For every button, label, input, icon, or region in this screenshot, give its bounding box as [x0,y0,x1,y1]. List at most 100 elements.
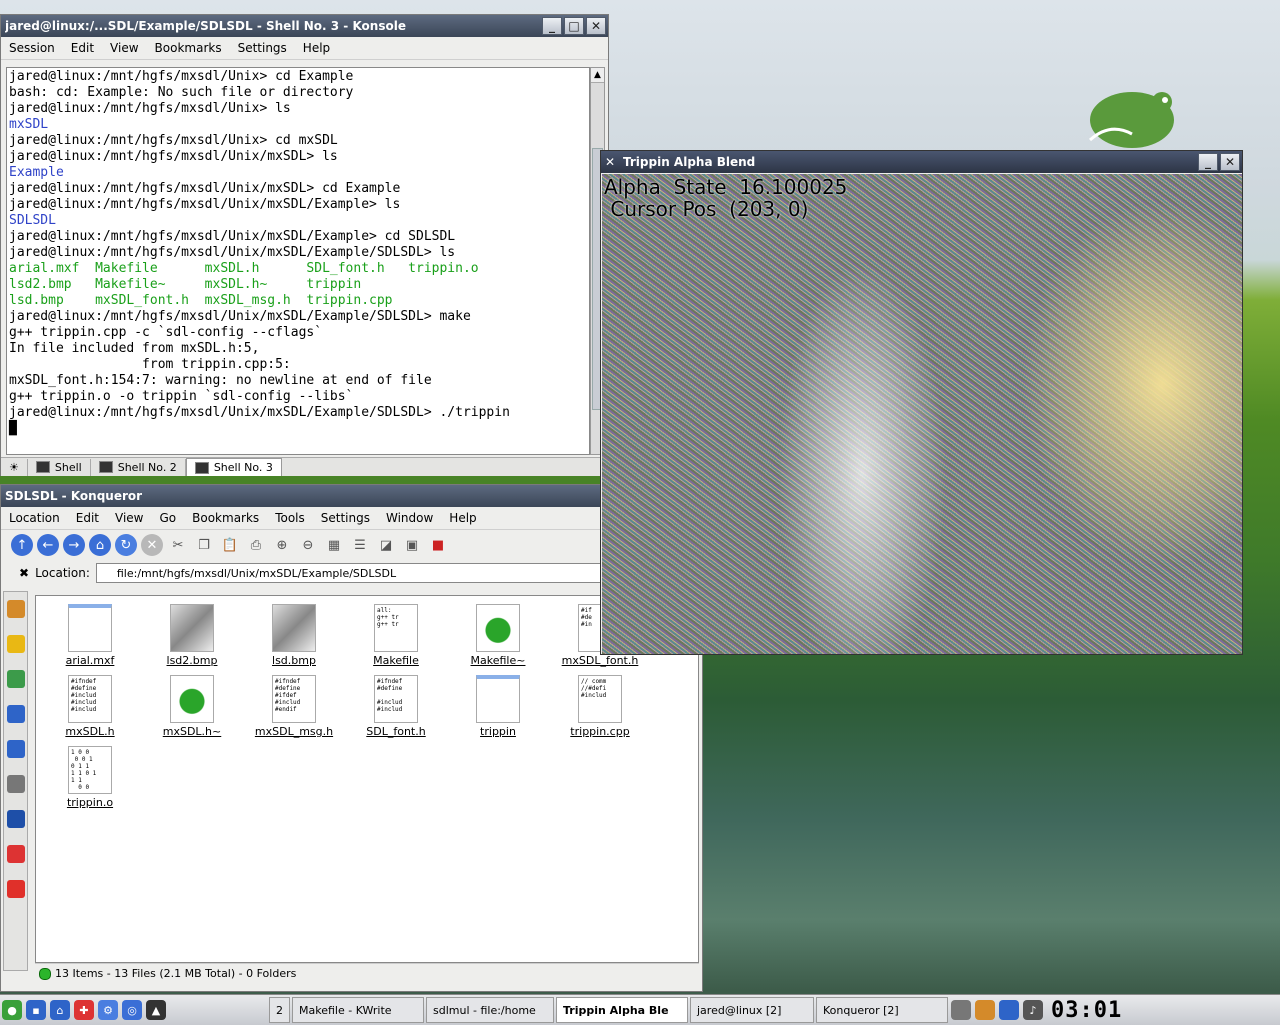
menu-help[interactable]: Help [295,41,338,55]
menu-edit[interactable]: Edit [63,41,102,55]
root-folder-icon[interactable] [6,880,25,898]
browser-icon[interactable]: ◎ [122,1000,142,1020]
copy-icon[interactable]: ❐ [193,534,215,556]
clipboard-tray-icon[interactable] [975,1000,995,1020]
file-item[interactable]: trippin [450,675,546,738]
task-label: Makefile - KWrite [299,1003,392,1017]
menu-settings[interactable]: Settings [230,41,295,55]
services-icon[interactable] [6,845,25,863]
history-icon[interactable] [6,705,25,723]
file-item[interactable]: arial.mxf [42,604,138,667]
trippin-titlebar[interactable]: ✕ Trippin Alpha Blend _ ✕ [601,151,1242,173]
file-item[interactable]: #ifndef #define #includ #includ #includ m… [42,675,138,738]
clock[interactable]: 03:01 [1045,998,1128,1023]
bookmarks-star-icon[interactable] [6,635,25,653]
home-folder-icon[interactable]: ⌂ [50,1000,70,1020]
web-icon[interactable] [6,810,25,828]
file-item[interactable]: Makefile~ [450,604,546,667]
up-arrow-icon[interactable]: ↑ [11,534,33,556]
menu-bookmarks[interactable]: Bookmarks [184,511,267,525]
task-trippin[interactable]: Trippin Alpha Ble [556,997,688,1023]
help-lifebuoy-icon[interactable]: ✚ [74,1000,94,1020]
cut-icon[interactable]: ✂ [167,534,189,556]
menu-edit[interactable]: Edit [68,511,107,525]
konqueror-titlebar[interactable]: SDLSDL - Konqueror [1,485,702,507]
sdl-render-canvas[interactable]: Alpha State 16.100025 Cursor Pos (203, 0… [602,174,1242,654]
home-folder-icon[interactable] [6,740,25,758]
zoom-in-icon[interactable]: ⊕ [271,534,293,556]
kde-menu-icon[interactable]: ● [2,1000,22,1020]
menu-help[interactable]: Help [441,511,484,525]
task-label: Trippin Alpha Ble [563,1003,669,1017]
menu-view[interactable]: View [107,511,151,525]
status-text: 13 Items - 13 Files (2.1 MB Total) - 0 F… [55,967,297,980]
tools-icon[interactable] [6,600,25,618]
back-arrow-icon[interactable]: ← [37,534,59,556]
task-sdlmul[interactable]: sdlmul - file:/home [426,997,554,1023]
menu-view[interactable]: View [102,41,146,55]
file-item[interactable]: // comm //#defi #includ trippin.cpp [552,675,648,738]
file-item[interactable]: all: g++ tr g++ tr Makefile [348,604,444,667]
menu-go[interactable]: Go [152,511,185,525]
file-item[interactable]: 1 0 0 0 0 1 0 1 1 1 1 0 1 1 1 0 0 trippin… [42,746,138,809]
show-desktop-icon[interactable]: ▪ [26,1000,46,1020]
file-name: trippin.o [66,796,114,809]
file-item[interactable]: lsd2.bmp [144,604,240,667]
file-item[interactable]: #ifndef #define #ifdef #includ #endif mxS… [246,675,342,738]
task-label: sdlmul - file:/home [433,1003,536,1017]
file-item[interactable]: #ifndef #define #includ #includ SDL_font.… [348,675,444,738]
control-center-icon[interactable]: ⚙ [98,1000,118,1020]
detail-view-icon[interactable]: ☰ [349,534,371,556]
devices-icon[interactable] [6,670,25,688]
terminal-output[interactable]: jared@linux:/mnt/hgfs/mxsdl/Unix> cd Exa… [6,67,590,455]
close-button[interactable]: ✕ [586,17,606,35]
paste-icon[interactable]: 📋 [219,534,241,556]
menu-settings[interactable]: Settings [313,511,378,525]
file-item[interactable]: mxSDL.h~ [144,675,240,738]
file-backup-icon [170,675,214,723]
update-tray-icon[interactable] [999,1000,1019,1020]
konqueror-menubar: Location Edit View Go Bookmarks Tools Se… [1,507,702,530]
preview-icon[interactable]: ◪ [375,534,397,556]
tab-shell-3[interactable]: Shell No. 3 [185,458,282,476]
file-name: SDL_font.h [366,725,426,738]
file-blank-icon [68,604,112,652]
maximize-button[interactable]: □ [564,17,584,35]
tux-icon[interactable]: ▲ [146,1000,166,1020]
menu-bookmarks[interactable]: Bookmarks [147,41,230,55]
menu-tools[interactable]: Tools [267,511,313,525]
tab-shell-2[interactable]: Shell No. 2 [91,458,186,476]
volume-icon[interactable]: ♪ [1023,1000,1043,1020]
stop-icon[interactable]: ✕ [141,534,163,556]
file-name: trippin [480,725,516,738]
minimize-button[interactable]: _ [542,17,562,35]
task-konsole-group[interactable]: jared@linux [2] [690,997,814,1023]
desktop-pager[interactable]: 2 [269,997,290,1023]
minimize-button[interactable]: _ [1198,153,1218,171]
x-app-icon[interactable]: ✕ [605,155,623,169]
menu-session[interactable]: Session [1,41,63,55]
clear-location-icon[interactable]: ✖ [19,566,29,580]
file-item[interactable]: lsd.bmp [246,604,342,667]
network-tray-icon[interactable] [951,1000,971,1020]
zoom-out-icon[interactable]: ⊖ [297,534,319,556]
terminal-line: jared@linux:/mnt/hgfs/mxsdl/Unix/mxSDL/E… [9,309,471,324]
reload-icon[interactable]: ↻ [115,534,137,556]
konsole-titlebar[interactable]: jared@linux:/...SDL/Example/SDLSDL - She… [1,15,608,37]
menu-location[interactable]: Location [1,511,68,525]
kde-icon[interactable]: ■ [427,534,449,556]
file-image-icon [170,604,214,652]
task-konqueror-group[interactable]: Konqueror [2] [816,997,948,1023]
tab-shell[interactable]: Shell [28,458,91,476]
forward-arrow-icon[interactable]: → [63,534,85,556]
task-kwrite[interactable]: Makefile - KWrite [292,997,424,1023]
print-icon[interactable]: ⎙ [245,534,267,556]
icon-view-icon[interactable]: ▦ [323,534,345,556]
new-session-icon[interactable]: ☀ [1,458,28,476]
home-icon[interactable]: ⌂ [89,534,111,556]
thumbnail-view-icon[interactable]: ▣ [401,534,423,556]
menu-window[interactable]: Window [378,511,441,525]
network-icon[interactable] [6,775,25,793]
scroll-up-arrow-icon[interactable]: ▲ [591,68,604,83]
close-button[interactable]: ✕ [1220,153,1240,171]
